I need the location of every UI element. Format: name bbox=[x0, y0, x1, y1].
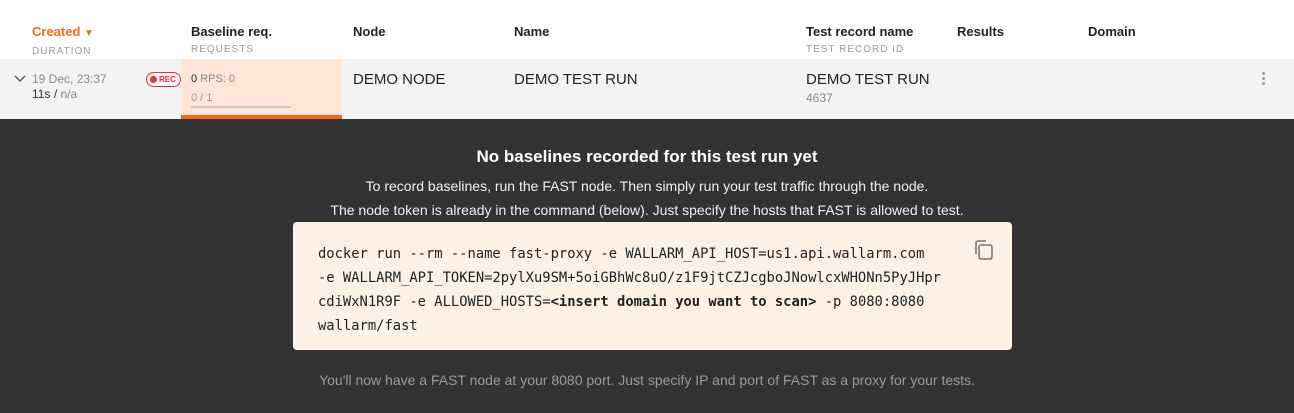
test-record-id-sublabel: TEST RECORD ID bbox=[806, 44, 905, 55]
column-results[interactable]: Results bbox=[957, 24, 1004, 40]
column-test-record[interactable]: Test record name TEST RECORD ID bbox=[806, 24, 913, 56]
code-line-3c: -p 8080:8080 bbox=[816, 294, 925, 310]
kebab-menu-icon[interactable] bbox=[1262, 72, 1265, 87]
rec-label: REC bbox=[159, 75, 176, 84]
duration-time: 11s bbox=[32, 87, 51, 101]
docker-command-block[interactable]: docker run --rm --name fast-proxy -e WAL… bbox=[293, 222, 1012, 350]
code-line-3a: cdiWxN1R9F -e ALLOWED_HOSTS= bbox=[318, 294, 551, 310]
chevron-down-icon[interactable] bbox=[12, 71, 28, 87]
panel-instructions-1: To record baselines, run the FAST node. … bbox=[365, 178, 929, 194]
baseline-count: 0 RPS: 0 bbox=[191, 73, 235, 85]
test-record-id-value: 4637 bbox=[806, 91, 833, 105]
node-label: Node bbox=[353, 24, 386, 39]
panel-title: No baselines recorded for this test run … bbox=[476, 147, 818, 166]
test-record-name-label: Test record name bbox=[806, 24, 914, 39]
baseline-count-value: 0 bbox=[191, 73, 198, 85]
panel-footer-note: You'll now have a FAST node at your 8080… bbox=[319, 372, 975, 388]
baseline-cell[interactable]: 0 RPS: 0 0 / 1 bbox=[181, 59, 342, 119]
rec-dot-icon bbox=[150, 76, 157, 83]
column-baseline[interactable]: Baseline req. REQUESTS bbox=[191, 24, 272, 56]
requests-sublabel: REQUESTS bbox=[191, 44, 255, 55]
duration-separator: / bbox=[53, 87, 58, 101]
table-header: Created ▼ DURATION Baseline req. REQUEST… bbox=[0, 0, 1294, 59]
copy-icon[interactable] bbox=[972, 238, 996, 262]
progress-track bbox=[191, 106, 291, 108]
name-label: Name bbox=[514, 24, 550, 39]
progress-text: 0 / 1 bbox=[191, 92, 213, 104]
rps-value: RPS: 0 bbox=[200, 73, 236, 85]
created-date: 19 Dec, 23:37 bbox=[32, 72, 107, 86]
code-placeholder: <insert domain you want to scan> bbox=[550, 294, 817, 310]
duration-value: 11s / n/a bbox=[32, 87, 77, 101]
created-label: Created bbox=[32, 24, 81, 39]
name-value: DEMO TEST RUN bbox=[514, 71, 638, 88]
domain-label: Domain bbox=[1088, 24, 1136, 39]
results-label: Results bbox=[957, 24, 1004, 39]
test-record-name-value[interactable]: DEMO TEST RUN bbox=[806, 71, 930, 88]
column-node[interactable]: Node bbox=[353, 24, 386, 40]
column-created[interactable]: Created ▼ DURATION bbox=[32, 24, 94, 58]
column-domain[interactable]: Domain bbox=[1088, 24, 1136, 40]
code-line-1: docker run --rm --name fast-proxy -e WAL… bbox=[318, 246, 925, 262]
table-row[interactable]: 19 Dec, 23:37 11s / n/a REC 0 RPS: 0 0 /… bbox=[0, 59, 1294, 119]
details-panel: No baselines recorded for this test run … bbox=[0, 119, 1294, 413]
rec-badge: REC bbox=[146, 72, 181, 87]
panel-instructions-2: The node token is already in the command… bbox=[330, 202, 964, 218]
duration-na: n/a bbox=[60, 87, 78, 101]
node-value[interactable]: DEMO NODE bbox=[353, 71, 446, 88]
column-name[interactable]: Name bbox=[514, 24, 549, 40]
code-line-2: -e WALLARM_API_TOKEN=2pylXu9SM+5oiGBhWc8… bbox=[318, 270, 941, 286]
sort-desc-icon: ▼ bbox=[84, 28, 94, 39]
baseline-label: Baseline req. bbox=[191, 24, 272, 39]
duration-sublabel: DURATION bbox=[32, 46, 92, 57]
code-line-4: wallarm/fast bbox=[318, 318, 418, 334]
